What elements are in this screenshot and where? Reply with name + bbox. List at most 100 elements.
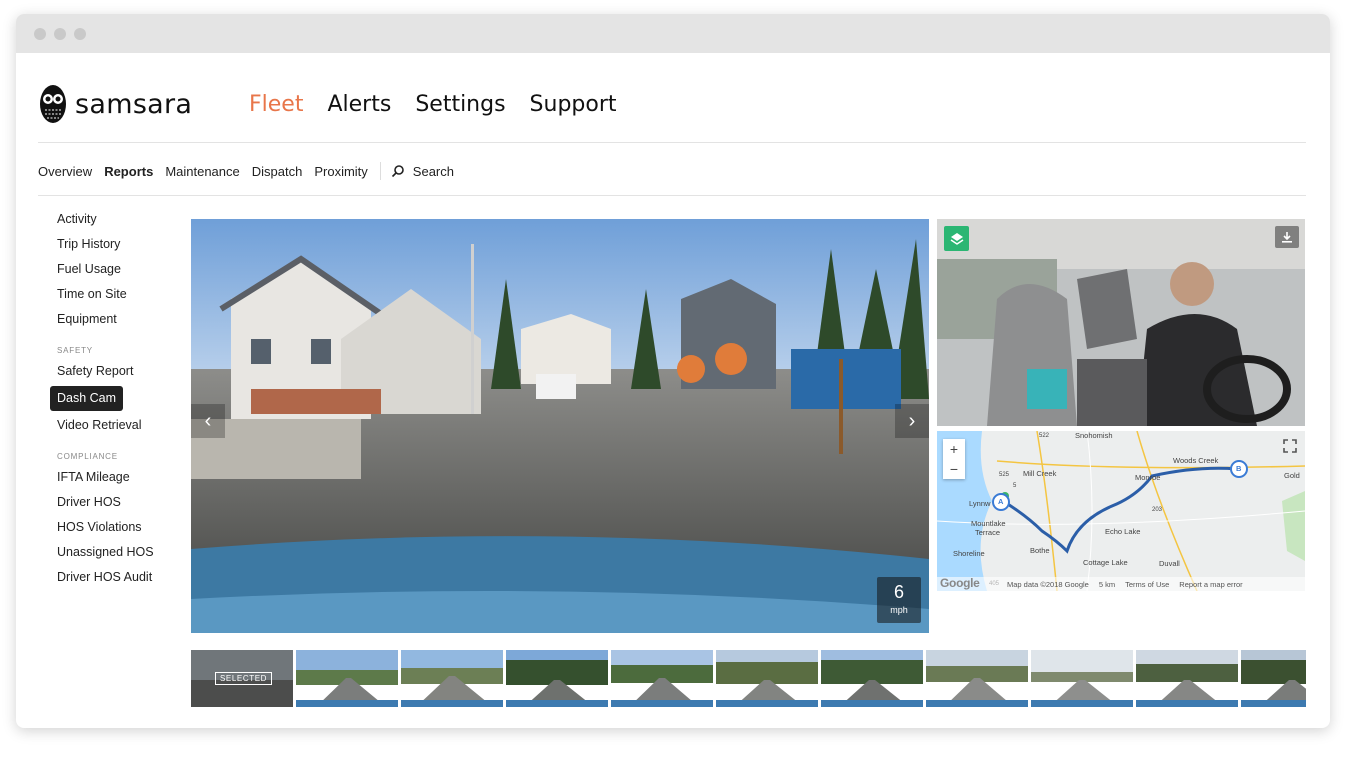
subnav-maintenance[interactable]: Maintenance xyxy=(165,164,239,179)
marker-a-label: A xyxy=(998,497,1004,506)
thumbnail[interactable] xyxy=(1136,650,1238,707)
map-label: Terrace xyxy=(975,528,1001,537)
divider xyxy=(38,195,1306,196)
speed-unit: mph xyxy=(890,605,908,615)
thumbnail[interactable] xyxy=(716,650,818,707)
sidebar-item-unassigned-hos[interactable]: Unassigned HOS xyxy=(50,540,190,565)
map-label: Cottage Lake xyxy=(1083,558,1128,567)
thumbnail-image xyxy=(506,650,608,707)
topnav-support[interactable]: Support xyxy=(530,92,617,117)
brand-name: samsara xyxy=(75,88,193,120)
thumbnail-image xyxy=(716,650,818,707)
sidebar-item-equipment[interactable]: Equipment xyxy=(50,307,190,332)
map-scale: 5 km xyxy=(1098,579,1116,589)
thumbnail-strip: SELECTED xyxy=(191,650,1306,707)
trip-map[interactable]: A B Snohomish Mill Creek Woods Creek Mon… xyxy=(937,431,1305,591)
thumbnail-image xyxy=(296,650,398,707)
subnav-overview[interactable]: Overview xyxy=(38,164,92,179)
map-label: Lynnw xyxy=(969,499,991,508)
sidebar-item-driver-hos[interactable]: Driver HOS xyxy=(50,490,190,515)
thumbnail[interactable] xyxy=(401,650,503,707)
download-icon xyxy=(1282,232,1292,243)
search-icon xyxy=(391,165,404,178)
sidebar-item-dash-cam[interactable]: Dash Cam xyxy=(50,386,124,411)
sidebar-item-ifta-mileage[interactable]: IFTA Mileage xyxy=(50,465,190,490)
fullscreen-icon[interactable] xyxy=(1283,439,1297,453)
speed-value: 6 xyxy=(893,582,904,602)
samsara-logo[interactable]: samsara xyxy=(39,84,192,124)
prev-arrow-button[interactable]: ‹ xyxy=(191,404,225,438)
map-label: Echo Lake xyxy=(1105,527,1141,536)
topnav-fleet[interactable]: Fleet xyxy=(249,92,303,117)
sidebar-section-compliance: COMPLIANCE xyxy=(57,452,118,461)
sidebar-section-safety: SAFETY xyxy=(57,346,93,355)
map-label: Bothe xyxy=(1030,546,1050,555)
map-route-shield: 522 xyxy=(1039,433,1050,439)
driver-facing-video[interactable] xyxy=(937,219,1305,426)
thumbnail[interactable] xyxy=(1031,650,1133,707)
thumbnail-image xyxy=(1136,650,1238,707)
subnav-proximity[interactable]: Proximity xyxy=(314,164,367,179)
marker-b-label: B xyxy=(1236,464,1242,473)
sidebar-item-time-on-site[interactable]: Time on Site xyxy=(50,282,190,307)
map-route-shield: 203 xyxy=(1152,507,1163,513)
thumbnail[interactable] xyxy=(821,650,923,707)
map-tiles-image xyxy=(937,431,1305,591)
window-dot-close[interactable] xyxy=(34,28,46,40)
sidebar-item-trip-history[interactable]: Trip History xyxy=(50,232,190,257)
subnav-dispatch[interactable]: Dispatch xyxy=(252,164,303,179)
download-button[interactable] xyxy=(1275,226,1299,248)
topnav-settings[interactable]: Settings xyxy=(415,92,505,117)
map-report-link[interactable]: Report a map error xyxy=(1179,580,1242,589)
sidebar: Activity Trip History Fuel Usage Time on… xyxy=(50,207,190,590)
map-label: Monroe xyxy=(1135,473,1161,482)
thumbnail-image xyxy=(1241,650,1306,707)
map-label: Shoreline xyxy=(953,549,985,558)
map-route-shield: 525 xyxy=(999,472,1010,478)
divider xyxy=(38,142,1306,143)
thumbnail[interactable] xyxy=(296,650,398,707)
speed-readout: 6 mph xyxy=(877,577,921,623)
sidebar-item-hos-violations[interactable]: HOS Violations xyxy=(50,515,190,540)
thumbnail-image xyxy=(926,650,1028,707)
map-zoom-control: + − xyxy=(943,439,965,479)
map-label: Duvall xyxy=(1159,559,1180,568)
thumbnail[interactable] xyxy=(611,650,713,707)
layers-icon xyxy=(950,232,963,245)
thumbnail[interactable] xyxy=(1241,650,1306,707)
zoom-out-button[interactable]: − xyxy=(943,459,965,479)
thumbnail-image xyxy=(821,650,923,707)
sidebar-item-activity[interactable]: Activity xyxy=(50,207,190,232)
road-scene-image xyxy=(191,219,929,633)
top-nav: Fleet Alerts Settings Support xyxy=(249,92,641,117)
road-facing-video[interactable]: ‹ › 6 mph xyxy=(191,219,929,633)
sidebar-item-safety-report[interactable]: Safety Report xyxy=(50,359,190,384)
google-logo: Google xyxy=(940,576,980,590)
thumbnail-image xyxy=(1031,650,1133,707)
zoom-in-button[interactable]: + xyxy=(943,439,965,459)
title-bar xyxy=(16,14,1330,53)
search-placeholder: Search xyxy=(412,163,454,179)
subnav-separator xyxy=(379,162,381,180)
map-label: Mountlake xyxy=(971,519,1006,528)
search-input[interactable]: Search xyxy=(391,164,466,179)
layers-button[interactable] xyxy=(944,226,969,251)
window-dot-minimize[interactable] xyxy=(54,28,66,40)
map-label: Mill Creek xyxy=(1023,469,1057,478)
map-terms-link[interactable]: Terms of Use xyxy=(1125,580,1169,589)
thumbnail-image xyxy=(611,650,713,707)
selected-label: SELECTED xyxy=(215,672,273,685)
sidebar-item-fuel-usage[interactable]: Fuel Usage xyxy=(50,257,190,282)
topnav-alerts[interactable]: Alerts xyxy=(327,92,391,117)
window-dot-maximize[interactable] xyxy=(74,28,86,40)
thumbnail-selected[interactable]: SELECTED xyxy=(191,650,293,707)
cabin-scene-image xyxy=(937,219,1305,426)
thumbnail[interactable] xyxy=(926,650,1028,707)
sub-nav: Overview Reports Maintenance Dispatch Pr… xyxy=(38,162,466,180)
subnav-reports[interactable]: Reports xyxy=(104,164,153,179)
sidebar-item-video-retrieval[interactable]: Video Retrieval xyxy=(50,413,190,438)
thumbnail-image xyxy=(401,650,503,707)
thumbnail[interactable] xyxy=(506,650,608,707)
sidebar-item-driver-hos-audit[interactable]: Driver HOS Audit xyxy=(50,565,190,590)
next-arrow-button[interactable]: › xyxy=(895,404,929,438)
